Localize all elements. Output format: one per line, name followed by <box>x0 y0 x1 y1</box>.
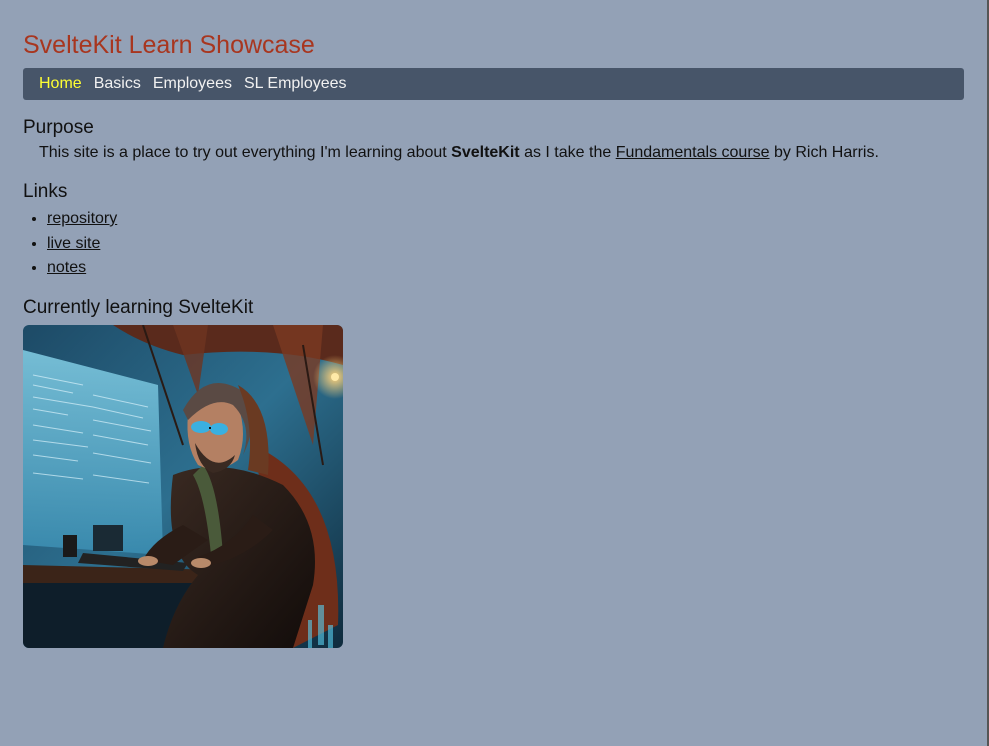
links-list: repository live site notes <box>23 207 964 281</box>
nav-employees[interactable]: Employees <box>153 75 232 93</box>
purpose-text-before: This site is a place to try out everythi… <box>39 144 452 161</box>
site-title: SvelteKit Learn Showcase <box>23 31 315 59</box>
list-item: notes <box>47 256 964 281</box>
coder-illustration-image <box>23 324 343 648</box>
page-container: SvelteKit Learn Showcase Home Basics Emp… <box>23 28 964 648</box>
links-section: Links repository live site notes <box>23 180 964 281</box>
list-item: repository <box>47 207 964 232</box>
learning-section: Currently learning SvelteKit <box>23 296 964 648</box>
purpose-heading: Purpose <box>23 117 94 138</box>
purpose-text-middle: as I take the <box>519 144 616 161</box>
nav-basics[interactable]: Basics <box>94 75 141 93</box>
purpose-paragraph: This site is a place to try out everythi… <box>39 143 964 163</box>
nav-home[interactable]: Home <box>39 75 82 93</box>
nav-sl-employees[interactable]: SL Employees <box>244 75 347 93</box>
learning-heading: Currently learning SvelteKit <box>23 296 254 318</box>
purpose-bold-sveltekit: SvelteKit <box>451 144 520 161</box>
purpose-text-after: by Rich Harris. <box>769 144 879 161</box>
fundamentals-course-link[interactable]: Fundamentals course <box>616 144 770 161</box>
repository-link[interactable]: repository <box>47 210 117 227</box>
purpose-section: Purpose This site is a place to try out … <box>23 116 964 163</box>
main-navbar: Home Basics Employees SL Employees <box>23 68 964 100</box>
live-site-link[interactable]: live site <box>47 235 100 252</box>
notes-link[interactable]: notes <box>47 259 86 276</box>
list-item: live site <box>47 232 964 257</box>
links-heading: Links <box>23 181 68 202</box>
